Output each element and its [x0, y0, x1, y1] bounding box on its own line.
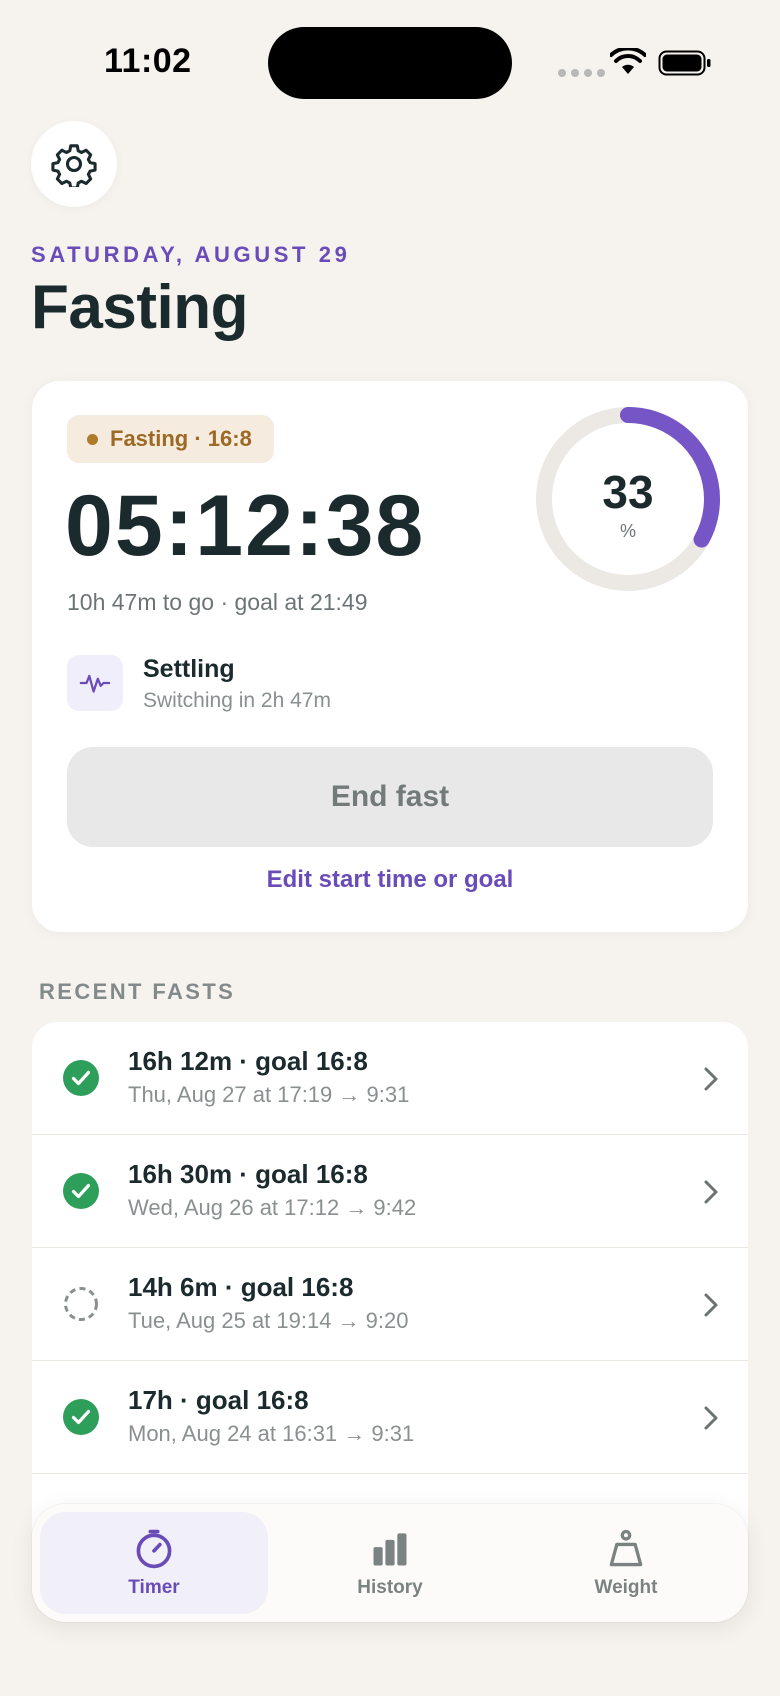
- bar-chart-icon: [373, 1533, 407, 1566]
- fast-duration: 16h 12m · goal 16:8: [128, 1046, 368, 1076]
- gear-icon: [51, 144, 97, 187]
- fast-dates: Tue, Aug 25 at 19:14 → 9:20: [128, 1308, 409, 1333]
- tab-label: Weight: [594, 1577, 658, 1598]
- fast-dates: Thu, Aug 27 at 17:19 → 9:31: [128, 1082, 410, 1107]
- wifi-icon: [610, 48, 646, 74]
- list-item[interactable]: 17h · goal 16:8 Mon, Aug 24 at 16:31 → 9…: [32, 1361, 748, 1474]
- heartbeat-icon: [79, 674, 111, 693]
- edit-start-time-link[interactable]: Edit start time or goal: [32, 866, 748, 894]
- fasting-plan-badge: Fasting · 16:8: [67, 415, 274, 463]
- current-fast-card: Fasting · 16:8 05:12:38 10h 47m to go · …: [32, 381, 748, 932]
- dashed-circle-icon: [64, 1287, 98, 1321]
- battery-icon: [658, 50, 711, 76]
- fast-dates: Mon, Aug 24 at 16:31 → 9:31: [128, 1421, 415, 1446]
- chevron-right-icon: [704, 1180, 718, 1204]
- scale-icon: [609, 1529, 643, 1567]
- settings-button[interactable]: [31, 121, 117, 207]
- check-circle-icon: [63, 1173, 99, 1209]
- status-time: 11:02: [104, 42, 192, 80]
- status-dot: [87, 433, 98, 445]
- recent-fasts-heading: RECENT FASTS: [39, 979, 236, 1004]
- phase-title: Settling: [143, 655, 235, 683]
- tab-history[interactable]: History: [276, 1512, 504, 1614]
- progress-value: 33: [602, 466, 654, 518]
- fast-duration: 16h 30m · goal 16:8: [128, 1159, 368, 1189]
- phase-subtitle: Switching in 2h 47m: [143, 689, 331, 712]
- chevron-right-icon: [704, 1293, 718, 1317]
- tab-label: Timer: [128, 1577, 180, 1598]
- tab-label: History: [357, 1577, 423, 1598]
- page-title: Fasting: [31, 273, 248, 342]
- status-bar: 11:02: [0, 0, 780, 120]
- cellular-signal-icon: [558, 69, 605, 77]
- list-item[interactable]: 16h 12m · goal 16:8 Thu, Aug 27 at 17:19…: [32, 1022, 748, 1135]
- check-circle-icon: [63, 1399, 99, 1435]
- date-label: SATURDAY, AUGUST 29: [31, 242, 351, 267]
- end-fast-button[interactable]: End fast: [67, 747, 713, 847]
- badge-label: Fasting · 16:8: [110, 426, 252, 451]
- tab-weight[interactable]: Weight: [512, 1512, 740, 1614]
- fast-dates: Wed, Aug 26 at 17:12 → 9:42: [128, 1195, 417, 1220]
- chevron-right-icon: [704, 1067, 718, 1091]
- fast-duration: 17h · goal 16:8: [128, 1385, 309, 1415]
- list-item[interactable]: 16h 30m · goal 16:8 Wed, Aug 26 at 17:12…: [32, 1135, 748, 1248]
- chevron-right-icon: [704, 1406, 718, 1430]
- tab-bar: Timer History Weight: [32, 1504, 748, 1622]
- dynamic-island: [268, 27, 512, 99]
- check-circle-icon: [63, 1060, 99, 1096]
- recent-fasts-list: 16h 12m · goal 16:8 Thu, Aug 27 at 17:19…: [32, 1022, 748, 1534]
- progress-unit: %: [619, 521, 636, 541]
- tab-timer[interactable]: Timer: [40, 1512, 268, 1614]
- remaining-text: 10h 47m to go · goal at 21:49: [67, 589, 368, 615]
- timer-icon: [136, 1529, 172, 1569]
- list-item[interactable]: 14h 6m · goal 16:8 Tue, Aug 25 at 19:14 …: [32, 1248, 748, 1361]
- fast-duration: 14h 6m · goal 16:8: [128, 1272, 354, 1302]
- phase-icon-tile: [67, 655, 123, 711]
- elapsed-timer: 05:12:38: [65, 478, 426, 574]
